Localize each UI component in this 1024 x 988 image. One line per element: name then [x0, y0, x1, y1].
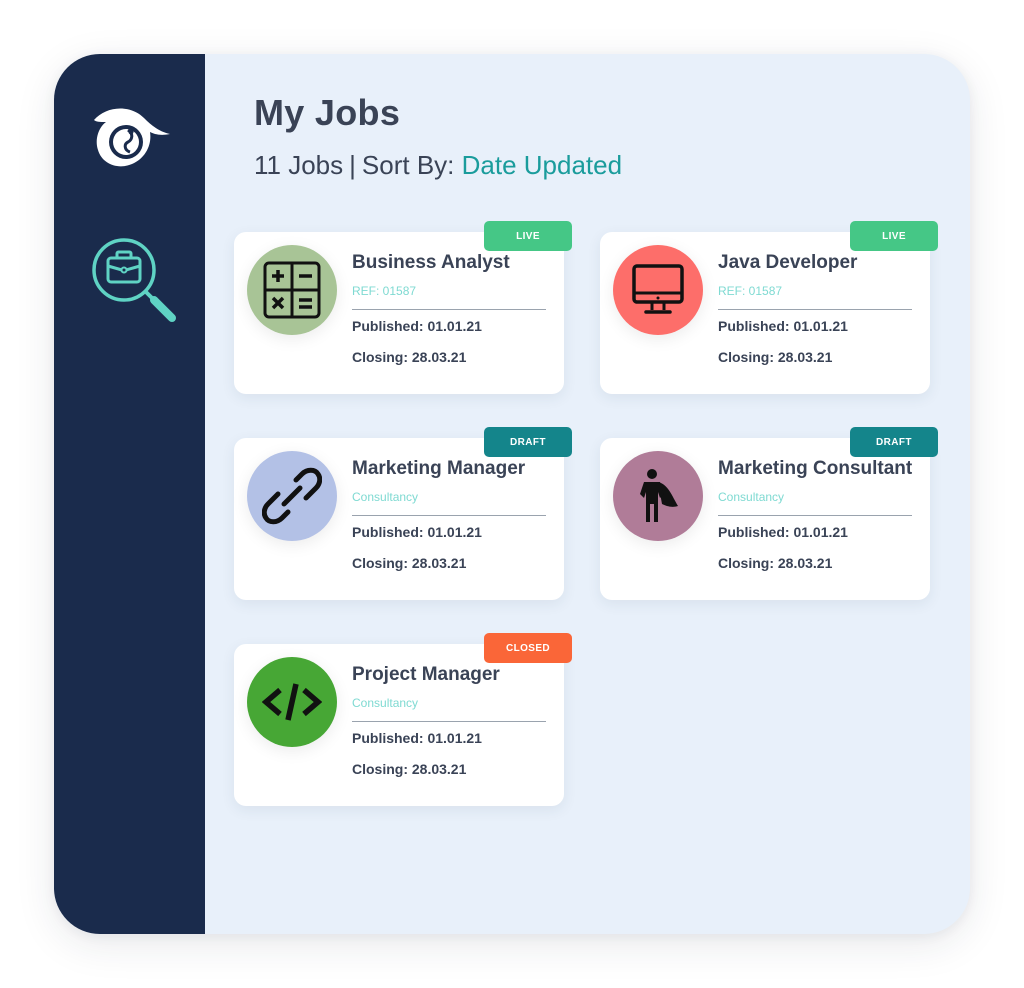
job-card[interactable]: DRAFT Marketing Manager Consultancy Publ…	[234, 427, 572, 600]
closing-date: Closing: 28.03.21	[352, 555, 467, 571]
sidebar	[54, 54, 205, 934]
superhero-icon	[640, 469, 678, 522]
job-card[interactable]: CLOSED Project Manager Consultancy Publi…	[234, 633, 572, 806]
sort-by-dropdown[interactable]: Date Updated	[462, 150, 622, 180]
job-title: Marketing Manager	[352, 458, 526, 479]
status-badge: LIVE	[850, 221, 938, 251]
jobs-summary: 11 Jobs | Sort By: Date Updated	[254, 150, 622, 181]
app-window: My Jobs 11 Jobs | Sort By: Date Updated LI…	[54, 54, 970, 934]
closing-date: Closing: 28.03.21	[352, 349, 467, 365]
job-title: Java Developer	[718, 252, 858, 273]
job-icon-circle	[247, 245, 337, 335]
job-title: Marketing Consultant	[718, 458, 913, 479]
published-date: Published: 01.01.21	[352, 730, 482, 746]
eye-logo-icon[interactable]	[88, 100, 172, 172]
job-icon-circle	[247, 657, 337, 747]
calculator-icon	[263, 261, 321, 319]
code-icon	[262, 683, 322, 721]
job-category: Consultancy	[352, 490, 419, 504]
status-badge: DRAFT	[850, 427, 938, 457]
job-title: Business Analyst	[352, 252, 510, 273]
monitor-icon	[632, 264, 684, 314]
job-card[interactable]: LIVE Java Developer REF: 01587 Published…	[600, 221, 938, 394]
status-badge: LIVE	[484, 221, 572, 251]
job-icon-circle	[247, 451, 337, 541]
job-icon-circle	[613, 451, 703, 541]
divider	[352, 309, 546, 310]
job-icon-circle	[613, 245, 703, 335]
divider	[718, 309, 912, 310]
closing-date: Closing: 28.03.21	[718, 555, 833, 571]
job-count: 11 Jobs	[254, 150, 344, 180]
divider	[718, 515, 912, 516]
job-reference: REF: 01587	[718, 284, 783, 298]
closing-date: Closing: 28.03.21	[718, 349, 833, 365]
status-badge: CLOSED	[484, 633, 572, 663]
published-date: Published: 01.01.21	[718, 318, 848, 334]
main-content: My Jobs 11 Jobs | Sort By: Date Updated LI…	[205, 54, 970, 934]
published-date: Published: 01.01.21	[718, 524, 848, 540]
divider	[352, 515, 546, 516]
job-card[interactable]: DRAFT Marketing Consultant Consultancy P…	[600, 427, 938, 600]
job-category: Consultancy	[718, 490, 785, 504]
briefcase-search-icon	[92, 238, 176, 322]
separator: |	[349, 150, 356, 180]
sort-label: Sort By:	[361, 150, 455, 180]
page-title: My Jobs	[254, 92, 401, 133]
job-category: Consultancy	[352, 696, 419, 710]
closing-date: Closing: 28.03.21	[352, 761, 467, 777]
published-date: Published: 01.01.21	[352, 524, 482, 540]
job-title: Project Manager	[352, 664, 500, 685]
sidebar-item-jobs-search[interactable]	[88, 234, 178, 326]
job-card[interactable]: LIVE Business Analyst REF: 01587 Publish…	[234, 221, 572, 394]
published-date: Published: 01.01.21	[352, 318, 482, 334]
divider	[352, 721, 546, 722]
status-badge: DRAFT	[484, 427, 572, 457]
link-icon	[262, 467, 322, 525]
job-reference: REF: 01587	[352, 284, 417, 298]
